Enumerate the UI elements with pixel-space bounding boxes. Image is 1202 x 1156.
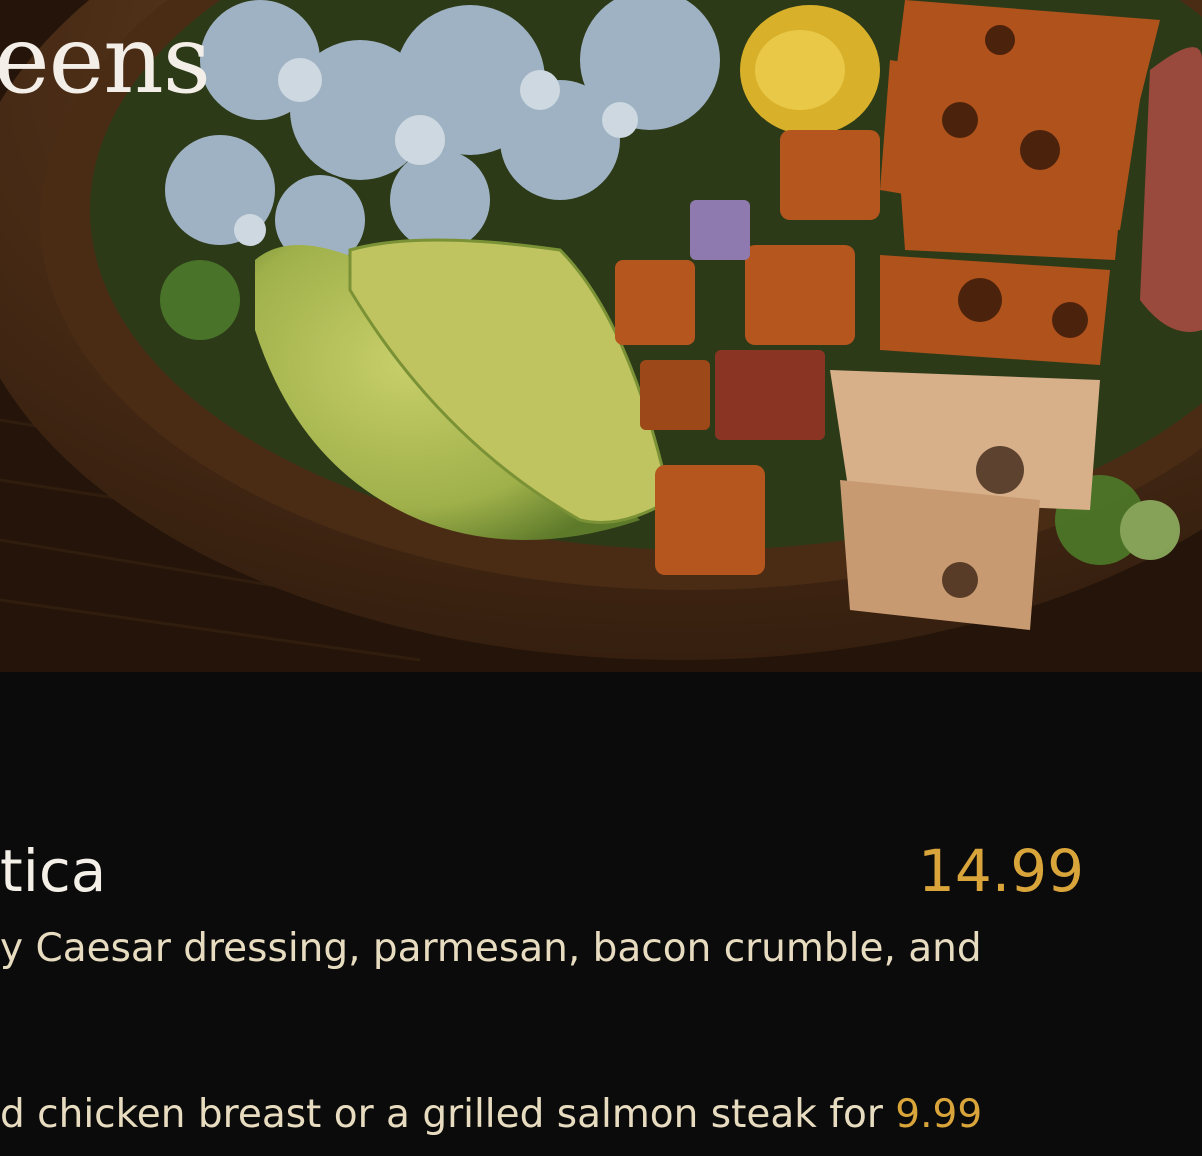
addon-text: d chicken breast or a grilled salmon ste…: [0, 1092, 896, 1137]
menu-item-name: tica: [0, 837, 107, 905]
hero-image: eens: [0, 0, 1202, 672]
menu-item-description: y Caesar dressing, parmesan, bacon crumb…: [0, 926, 982, 971]
addon-line: d chicken breast or a grilled salmon ste…: [0, 1092, 983, 1137]
addon-price: 9.99: [895, 1092, 983, 1137]
menu-section: [0, 672, 1202, 1156]
section-title: eens: [0, 6, 211, 115]
menu-item-price: 14.99: [917, 837, 1084, 905]
